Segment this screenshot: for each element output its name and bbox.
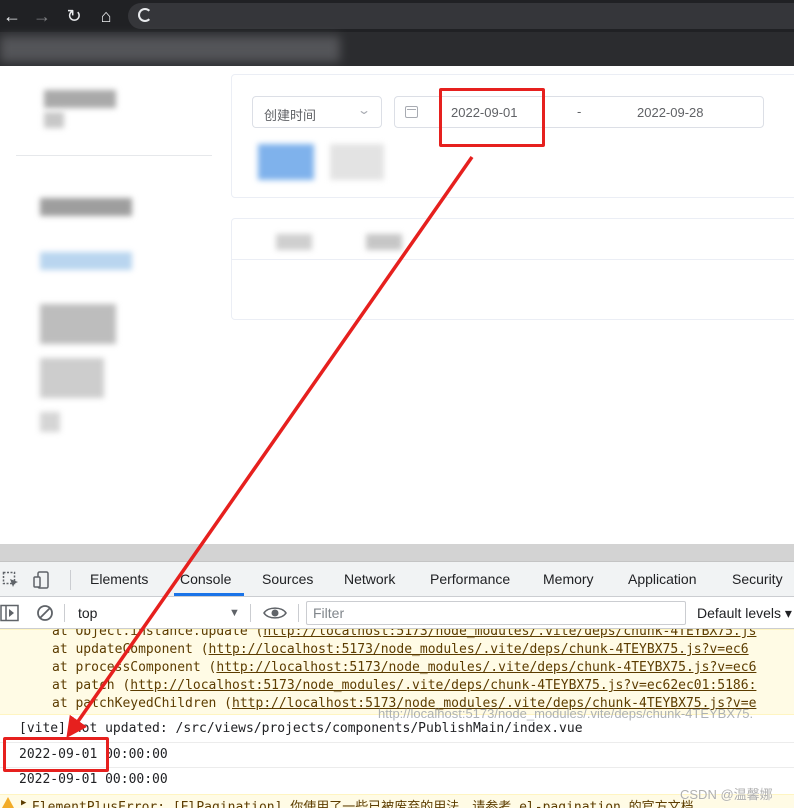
table-header-cell-1 [276, 234, 312, 250]
sidebar-divider [16, 155, 212, 156]
show-sidebar-icon[interactable] [0, 604, 20, 622]
sidebar-item-active[interactable] [40, 252, 132, 270]
table-header-divider [231, 259, 794, 260]
filter-placeholder: Filter [313, 605, 345, 621]
app-content: 创建时间 ⌄ 2022-09-01 - 2022-09-28 [0, 66, 794, 544]
date-type-label: 创建时间 [264, 108, 317, 123]
stack-frame: at updateComponent (http://localhost:517… [52, 642, 749, 657]
toolbar-separator [64, 604, 65, 622]
stack-frame: at patch (http://localhost:5173/node_mod… [52, 678, 757, 693]
link-hover-tooltip: http://localhost:5173/node_modules/.vite… [378, 706, 754, 721]
log-divider [0, 742, 794, 743]
expand-triangle-icon[interactable]: ▶ [21, 798, 26, 808]
stack-frame: at processComponent (http://localhost:51… [52, 660, 757, 675]
chevron-down-icon: ⌄ [356, 103, 372, 117]
loading-icon [138, 8, 152, 22]
sidebar-item-3[interactable] [40, 358, 104, 398]
search-button[interactable] [258, 144, 314, 180]
tab-sources[interactable]: Sources [262, 571, 313, 587]
devtools-tabbar: Elements Console Sources Network Perform… [0, 562, 794, 597]
highlight-box-picker [439, 88, 545, 147]
tab-security[interactable]: Security [732, 571, 783, 587]
date-type-select[interactable]: 创建时间 ⌄ [252, 96, 382, 128]
stack-link[interactable]: http://localhost:5173/node_modules/.vite… [209, 642, 749, 657]
warning-icon [2, 797, 14, 808]
log-levels-dropdown[interactable]: Default levels ▾ [697, 605, 792, 622]
table-header-cell-2 [366, 234, 402, 250]
reset-button[interactable] [330, 144, 384, 180]
tab-memory[interactable]: Memory [543, 571, 594, 587]
console-filter-input[interactable]: Filter [306, 601, 686, 625]
log-divider [0, 767, 794, 768]
inspect-element-icon[interactable] [2, 571, 20, 589]
toolbar-separator [298, 604, 299, 622]
stack-link[interactable]: http://localhost:5173/node_modules/.vite… [263, 629, 756, 639]
sidebar-item-1[interactable] [40, 198, 132, 216]
calendar-icon [405, 106, 418, 118]
log-levels-label: Default levels [697, 605, 782, 621]
toolbar-separator [70, 570, 71, 590]
warning-text: ElementPlusError: [ElPagination] 你使用了一些已… [32, 800, 694, 808]
range-separator: - [577, 104, 582, 119]
context-dropdown-icon[interactable]: ▼ [229, 607, 240, 619]
stack-link[interactable]: http://localhost:5173/node_modules/.vite… [216, 660, 756, 675]
tab-application[interactable]: Application [628, 571, 697, 587]
stack-link[interactable]: http://localhost:5173/node_modules/.vite… [130, 678, 756, 693]
devtools-resizer[interactable] [0, 544, 794, 562]
console-toolbar: top ▼ Filter Default levels ▾ [0, 597, 794, 629]
warning-message[interactable]: ▶ ElementPlusError: [ElPagination] 你使用了一… [0, 794, 794, 808]
reload-icon[interactable]: ↻ [62, 4, 86, 28]
back-arrow-icon[interactable]: ← [0, 4, 24, 28]
home-icon[interactable]: ⌂ [94, 4, 118, 28]
tab-console[interactable]: Console [180, 571, 231, 587]
active-tab-indicator [174, 593, 244, 596]
watermark: CSDN @温馨娜 [680, 787, 773, 802]
obscured-tabs [0, 36, 340, 62]
tab-elements[interactable]: Elements [90, 571, 148, 587]
sidebar-logo [44, 90, 116, 108]
sidebar-item-4[interactable] [40, 412, 60, 432]
log-line-date-2: 2022-09-01 00:00:00 [19, 772, 168, 787]
tab-performance[interactable]: Performance [430, 571, 510, 587]
context-select[interactable]: top [78, 605, 97, 621]
address-bar[interactable] [128, 3, 794, 29]
sidebar-item-2[interactable] [40, 304, 116, 344]
stack-frame: at Object.instance.update (http://localh… [52, 629, 756, 639]
live-expression-eye-icon[interactable] [263, 605, 287, 621]
sidebar-logo-sub [44, 112, 64, 128]
clear-console-icon[interactable] [36, 604, 54, 622]
toolbar-separator [250, 604, 251, 622]
console-output: at Object.instance.update (http://localh… [0, 629, 794, 808]
tab-network[interactable]: Network [344, 571, 395, 587]
data-table [231, 218, 794, 320]
range-end-input[interactable]: 2022-09-28 [637, 105, 704, 120]
highlight-box-console [3, 737, 109, 772]
browser-toolbar: ← → ↻ ⌂ [0, 0, 794, 32]
vite-log-line: [vite] not updated: /src/views/projects/… [19, 721, 583, 736]
forward-arrow-icon[interactable]: → [30, 4, 54, 28]
device-toolbar-icon[interactable] [33, 571, 51, 589]
